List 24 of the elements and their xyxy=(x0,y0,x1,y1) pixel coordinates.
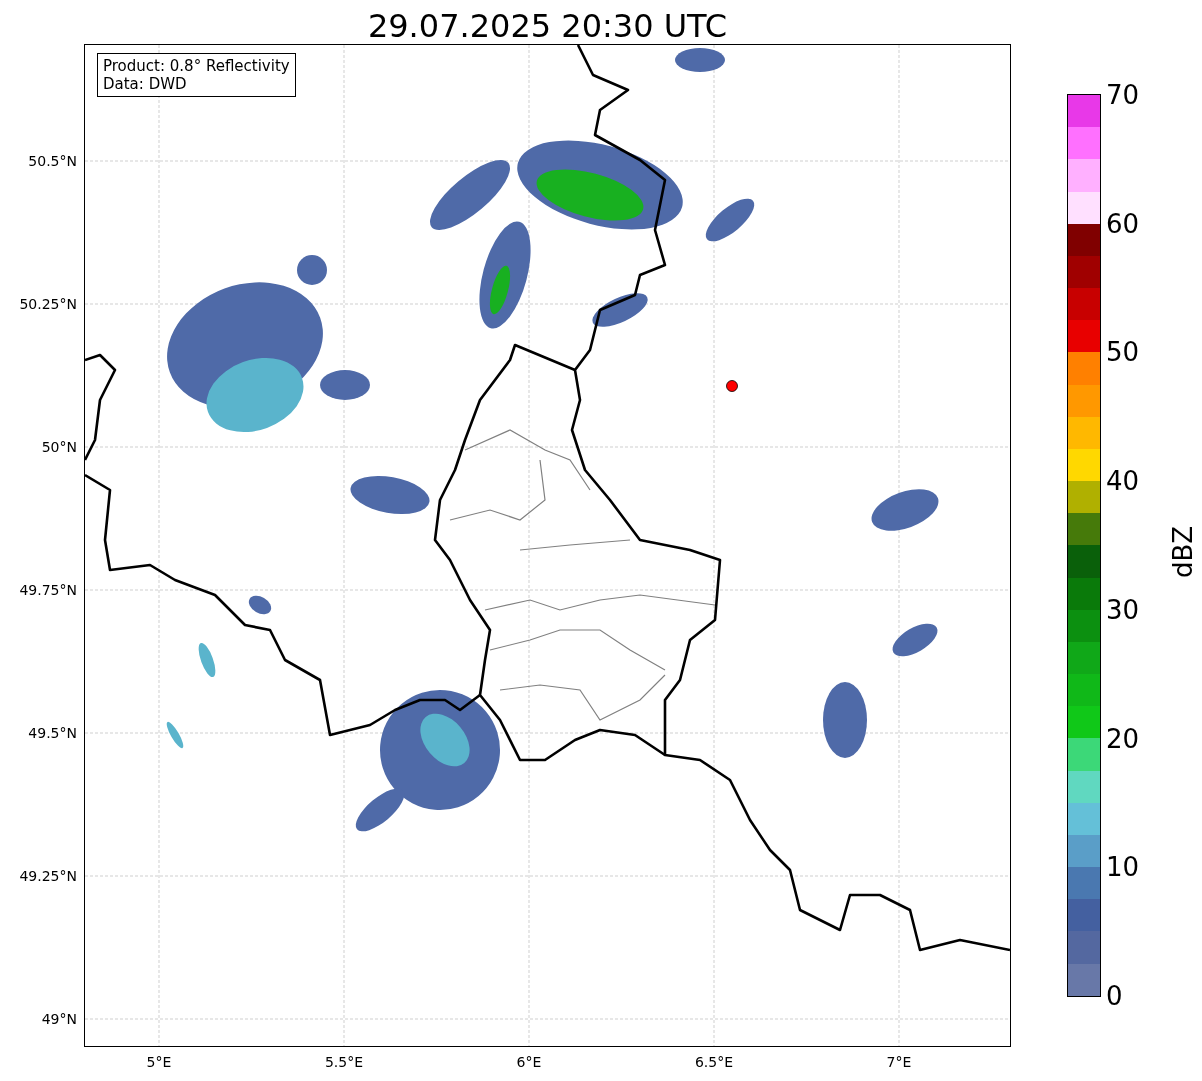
longitude-label: 6°E xyxy=(516,1054,542,1070)
colorbar-tick-label: 20 xyxy=(1106,723,1140,754)
latitude-label: 49°N xyxy=(41,1011,77,1027)
colorbar-tick-label: 50 xyxy=(1106,337,1140,368)
latitude-label: 50.25°N xyxy=(19,296,77,312)
colorbar-tick-label: 0 xyxy=(1106,981,1123,1011)
chart-title: 29.07.2025 20:30 UTC xyxy=(366,6,729,45)
legend-text: Product: 0.8° Reflectivity xyxy=(103,57,290,75)
colorbar-tick-label: 60 xyxy=(1106,208,1140,239)
colorbar-tick-label: 30 xyxy=(1106,594,1140,625)
longitude-label: 6.5°E xyxy=(694,1054,734,1070)
longitude-label: 5.5°E xyxy=(324,1054,364,1070)
colorbar-tick-label: 40 xyxy=(1106,466,1140,497)
colorbar-label: dBZ xyxy=(1168,525,1198,578)
latitude-label: 49.75°N xyxy=(19,582,77,598)
latitude-label: 50°N xyxy=(41,439,77,455)
latitude-label: 49.25°N xyxy=(19,868,77,884)
longitude-label: 5°E xyxy=(146,1054,172,1070)
longitude-label: 7°E xyxy=(886,1054,912,1070)
colorbar-tick-label: 10 xyxy=(1106,852,1140,883)
colorbar-tick-label: 70 xyxy=(1106,80,1140,110)
latitude-label: 50.5°N xyxy=(28,153,77,169)
latitude-label: 49.5°N xyxy=(28,725,77,741)
legend-text: Data: DWD xyxy=(103,75,188,93)
